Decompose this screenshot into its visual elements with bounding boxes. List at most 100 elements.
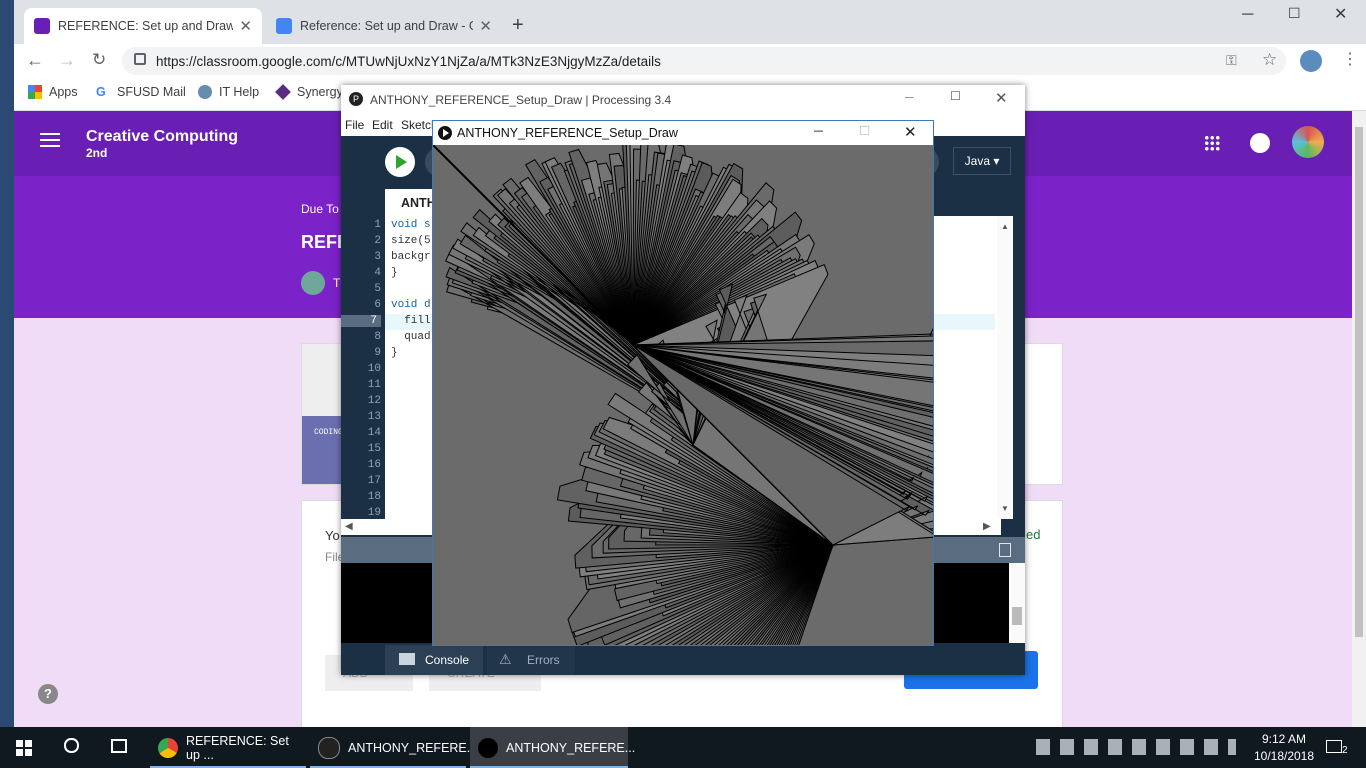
synergy-icon — [275, 84, 291, 100]
profile-avatar[interactable] — [1300, 50, 1322, 72]
bookmark-it-help[interactable]: IT Help — [198, 85, 259, 99]
line-number: 17 — [367, 475, 381, 487]
sketch-play-icon — [478, 737, 498, 758]
user-avatar[interactable] — [1292, 126, 1324, 158]
back-icon[interactable]: ← — [26, 50, 44, 71]
tab-classroom[interactable]: REFERENCE: Set up and Draw ✕ — [24, 8, 262, 44]
terminal-icon — [399, 653, 415, 665]
line-number: 16 — [367, 459, 381, 471]
forward-icon[interactable]: → — [58, 50, 76, 71]
scrollbar-thumb[interactable] — [1355, 127, 1363, 637]
warning-icon: ⚠ — [499, 651, 512, 667]
hamburger-menu-icon[interactable] — [40, 133, 60, 147]
line-number: 1 — [374, 219, 381, 231]
page-scrollbar[interactable] — [1352, 111, 1366, 727]
class-section: 2nd — [86, 146, 108, 160]
line-number: 9 — [374, 347, 381, 359]
lock-icon — [134, 53, 146, 65]
line-number: 5 — [374, 283, 381, 295]
sketch-minimize-icon[interactable]: ─ — [814, 124, 823, 138]
line-number: 3 — [374, 251, 381, 263]
notifications-icon[interactable] — [1250, 133, 1270, 153]
bottom-tabs: Console ⚠ Errors — [341, 645, 1025, 675]
close-tab-icon[interactable]: ✕ — [479, 17, 492, 35]
chrome-menu-icon[interactable]: ⋮ — [1342, 49, 1358, 69]
windows-taskbar: REFERENCE: Set up ... ANTHONY_REFERE... … — [0, 727, 1366, 768]
reload-icon[interactable]: ↻ — [92, 50, 106, 70]
editor-scrollbar[interactable]: ▲ ▼ — [997, 216, 1013, 519]
line-number: 14 — [367, 427, 381, 439]
sketch-close-icon[interactable]: ✕ — [904, 123, 917, 141]
taskbar-label: ANTHONY_REFERE... — [506, 740, 636, 755]
pde-minimize-icon[interactable]: ─ — [905, 90, 914, 104]
code-line: size(5 — [391, 235, 431, 247]
attachment-title: CODING — [314, 428, 343, 437]
line-number: 2 — [374, 235, 381, 247]
google-icon: G — [96, 85, 106, 99]
task-view-icon[interactable] — [111, 739, 127, 753]
taskbar-label: ANTHONY_REFERE... — [348, 740, 478, 755]
bookmark-sfusd-mail[interactable]: G SFUSD Mail — [96, 85, 186, 99]
mode-selector[interactable]: Java ▾ — [953, 147, 1011, 175]
close-tab-icon[interactable]: ✕ — [239, 17, 252, 35]
code-line: } — [391, 267, 398, 279]
line-number: 18 — [367, 491, 381, 503]
line-number: 11 — [367, 379, 381, 391]
maximize-icon[interactable]: ☐ — [1288, 5, 1301, 22]
clock-time[interactable]: 9:12 AM — [1258, 732, 1310, 746]
google-apps-icon[interactable] — [1204, 135, 1220, 151]
minimize-icon[interactable]: ─ — [1242, 6, 1253, 24]
tab-title: Reference: Set up and Draw - Go — [300, 19, 474, 33]
code-line: void d — [391, 299, 431, 311]
tab-docs[interactable]: Reference: Set up and Draw - Go ✕ — [266, 8, 502, 44]
chrome-icon — [158, 737, 178, 758]
sketch-window-title: ANTHONY_REFERENCE_Setup_Draw — [457, 126, 678, 140]
teacher-avatar — [301, 271, 325, 295]
search-icon[interactable] — [64, 738, 79, 753]
start-windows-icon[interactable] — [16, 740, 32, 756]
console-tab[interactable]: Console — [385, 645, 483, 675]
code-line: void s — [391, 219, 431, 231]
class-name[interactable]: Creative Computing — [86, 128, 238, 146]
new-tab-button[interactable]: + — [512, 14, 524, 37]
console-scrollbar[interactable] — [1009, 563, 1025, 643]
due-label: Due To — [301, 202, 339, 216]
your-work-label: Yo — [325, 528, 340, 543]
help-icon[interactable]: ? — [38, 684, 58, 704]
pde-window-title: ANTHONY_REFERENCE_Setup_Draw | Processin… — [370, 93, 672, 107]
pde-close-icon[interactable]: ✕ — [995, 89, 1008, 107]
console-tab-label: Console — [425, 653, 470, 667]
play-icon — [396, 155, 407, 169]
apps-grid-icon — [28, 85, 42, 99]
notification-count: 2 — [1342, 745, 1348, 756]
line-number: 13 — [367, 411, 381, 423]
teacher-name: T — [333, 276, 341, 290]
status-text: ed — [1026, 527, 1041, 542]
tray-icons[interactable] — [1036, 739, 1236, 755]
bookmark-synergy[interactable]: Synergy — [275, 84, 343, 100]
menu-edit[interactable]: Edit — [372, 118, 393, 132]
errors-tab-label: Errors — [527, 653, 560, 667]
taskbar-chrome[interactable]: REFERENCE: Set up ... — [150, 727, 306, 768]
run-button[interactable] — [385, 147, 415, 177]
pde-maximize-icon[interactable]: ☐ — [950, 89, 961, 103]
attachment-thumbnail: CODING — [302, 344, 343, 484]
address-bar[interactable]: https://classroom.google.com/c/MTUwNjUxN… — [122, 47, 1286, 75]
taskbar-sketch[interactable]: ANTHONY_REFERE... — [470, 727, 635, 768]
line-number-gutter: 1 2 3 4 5 6 7 8 9 10 11 12 13 14 15 16 17 18 19 — [341, 216, 385, 519]
copy-console-icon[interactable] — [999, 543, 1011, 557]
star-icon[interactable]: ☆ — [1262, 50, 1277, 70]
clock-date[interactable]: 10/18/2018 — [1250, 749, 1318, 763]
line-number: 10 — [367, 363, 381, 375]
action-center-icon[interactable] — [1326, 740, 1342, 753]
key-icon[interactable]: ⚿ — [1226, 52, 1237, 69]
taskbar-processing[interactable]: ANTHONY_REFERE... — [310, 727, 477, 768]
bookmark-apps[interactable]: Apps — [28, 85, 78, 99]
pde-titlebar: P ANTHONY_REFERENCE_Setup_Draw | Process… — [341, 85, 1025, 114]
sketch-canvas — [433, 145, 933, 645]
close-window-icon[interactable]: ✕ — [1334, 4, 1347, 24]
code-line: backgr — [391, 251, 431, 263]
menu-file[interactable]: File — [345, 118, 364, 132]
errors-tab[interactable]: ⚠ Errors — [487, 645, 575, 675]
line-number: 4 — [374, 267, 381, 279]
